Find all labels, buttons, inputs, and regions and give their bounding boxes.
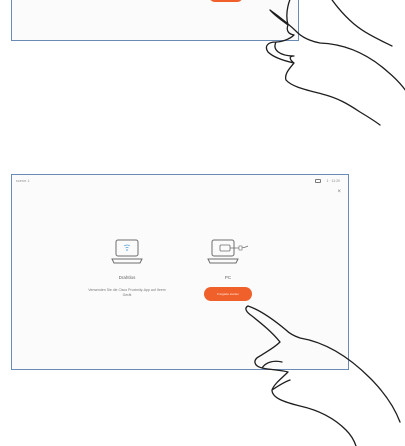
status-bar: 1 · 11:20 (315, 179, 340, 183)
screen-share-icon (315, 179, 322, 183)
wireless-option: Drahtlos Verwenden Sie die Cisco Proximi… (87, 239, 167, 298)
wireless-title: Drahtlos (118, 275, 136, 280)
status-label: scene-1 (16, 179, 30, 183)
share-button-cropped[interactable] (209, 0, 243, 2)
pc-option: PC Freigabe starten (190, 239, 266, 301)
hand-pointer-icon (245, 305, 401, 446)
close-icon[interactable]: × (337, 189, 341, 195)
laptop-wireless-icon (111, 239, 143, 264)
laptop-cable-icon (207, 239, 249, 264)
status-time: 1 · 11:20 (326, 179, 340, 183)
pc-title: PC (224, 275, 232, 280)
wireless-description: Verwenden Sie die Cisco Proximity-App au… (88, 288, 166, 297)
hand-pointer-icon (265, 0, 405, 126)
